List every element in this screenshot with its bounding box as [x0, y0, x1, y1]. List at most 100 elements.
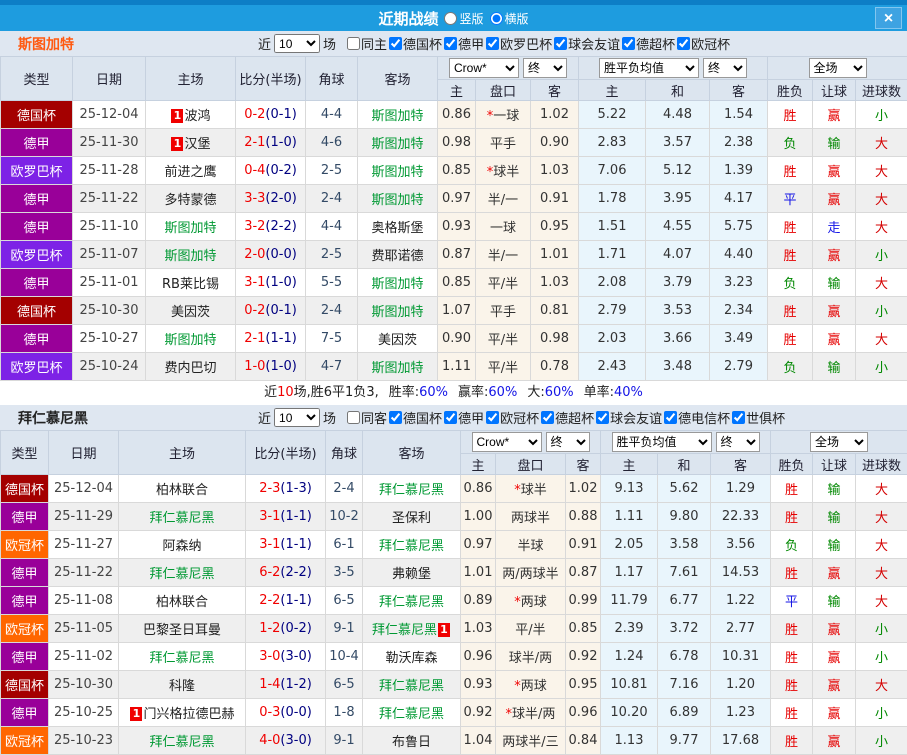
- team-label: 拜仁慕尼黑: [149, 735, 214, 750]
- odds-controls-cell: Crow*终: [438, 57, 579, 80]
- team-name: 拜仁慕尼黑: [0, 408, 255, 428]
- league-checkbox[interactable]: [732, 411, 745, 424]
- horizontal-radio[interactable]: [490, 12, 503, 25]
- result-cell: 胜: [771, 615, 813, 643]
- home-team-cell: 前进之鹰: [146, 157, 236, 185]
- league-checkbox[interactable]: [486, 37, 499, 50]
- summary-count: 10: [277, 385, 294, 400]
- league-type-badge: 德国杯: [1, 671, 49, 699]
- league-checkbox[interactable]: [664, 411, 677, 424]
- home-odds-cell: 0.96: [461, 643, 496, 671]
- home-team-cell: 斯图加特: [146, 241, 236, 269]
- col-header-avg-away: 客: [711, 454, 771, 475]
- league-type-badge: 德甲: [1, 129, 73, 157]
- corner-cell: 10-2: [326, 503, 363, 531]
- summary-stat: 赢率:60%: [458, 385, 517, 400]
- home-team-cell: 拜仁慕尼黑: [119, 503, 246, 531]
- league-filter[interactable]: 德超杯: [622, 34, 675, 53]
- result-cell: 胜: [768, 241, 813, 269]
- home-team-cell: 科隆: [119, 671, 246, 699]
- league-filter[interactable]: 德甲: [444, 34, 484, 53]
- fulltime-score: 3-1: [244, 275, 265, 290]
- match-row: 欧罗巴杯25-11-07斯图加特2-0(0-0)2-5费耶诺德0.87半/一1.…: [1, 241, 907, 269]
- league-filter[interactable]: 球会友谊: [596, 408, 662, 427]
- vertical-radio[interactable]: [444, 12, 457, 25]
- fullmatch-controls-cell: 全场: [768, 57, 907, 80]
- fulltime-score: 0-2: [244, 107, 265, 122]
- league-filter[interactable]: 欧冠杯: [677, 34, 730, 53]
- corner-cell: 4-7: [306, 353, 358, 381]
- league-checkbox[interactable]: [444, 37, 457, 50]
- fullmatch-select[interactable]: 全场: [809, 58, 867, 78]
- live-star: *: [506, 707, 513, 722]
- league-checkbox[interactable]: [444, 411, 457, 424]
- league-checkbox[interactable]: [389, 37, 402, 50]
- team-label: 波鸿: [184, 109, 210, 124]
- avg-source-select[interactable]: 胜平负均值: [599, 58, 699, 78]
- match-row: 欧冠杯25-11-05巴黎圣日耳曼1-2(0-2)9-1拜仁慕尼黑11.03平/…: [1, 615, 907, 643]
- odds-final-select[interactable]: 终: [546, 432, 590, 452]
- handicap-cell: 球半/两: [496, 643, 566, 671]
- avg-source-select[interactable]: 胜平负均值: [612, 432, 712, 452]
- handicap-result-cell: 赢: [813, 643, 856, 671]
- league-checkbox[interactable]: [622, 37, 635, 50]
- team-label: 门兴格拉德巴赫: [143, 707, 234, 722]
- league-filter[interactable]: 欧罗巴杯: [486, 34, 552, 53]
- scope-checkbox[interactable]: [347, 411, 360, 424]
- league-filter[interactable]: 球会友谊: [554, 34, 620, 53]
- handicap-cell: 平/半: [476, 269, 531, 297]
- team-label: 阿森纳: [162, 539, 201, 554]
- away-team-cell: 奥格斯堡: [358, 213, 438, 241]
- league-checkbox[interactable]: [486, 411, 499, 424]
- home-odds-cell: 0.97: [461, 531, 496, 559]
- handicap-result-cell: 赢: [813, 185, 856, 213]
- goals-cell: 大: [856, 213, 907, 241]
- stat-value: 60%: [419, 385, 448, 400]
- league-checkbox[interactable]: [677, 37, 690, 50]
- league-filter[interactable]: 德国杯: [389, 34, 442, 53]
- avg-final-select[interactable]: 终: [716, 432, 760, 452]
- halftime-score: (1-1): [280, 509, 311, 524]
- league-filter[interactable]: 德甲: [444, 408, 484, 427]
- league-filter[interactable]: 德电信杯: [664, 408, 730, 427]
- close-button[interactable]: ×: [875, 7, 902, 29]
- odds-source-select[interactable]: Crow*: [449, 58, 519, 78]
- avg-draw-cell: 5.62: [658, 475, 711, 503]
- odds-final-select[interactable]: 终: [523, 58, 567, 78]
- league-filter[interactable]: 德超杯: [541, 408, 594, 427]
- scope-checkbox[interactable]: [347, 37, 360, 50]
- score-cell: 3-1(1-1): [246, 531, 326, 559]
- league-checkbox[interactable]: [541, 411, 554, 424]
- league-type-badge: 欧冠杯: [1, 615, 49, 643]
- league-type-badge: 德国杯: [1, 475, 49, 503]
- league-checkbox[interactable]: [389, 411, 402, 424]
- league-filter[interactable]: 世俱杯: [732, 408, 785, 427]
- league-checkbox[interactable]: [596, 411, 609, 424]
- league-type-badge: 德国杯: [1, 297, 73, 325]
- league-filter[interactable]: 德国杯: [389, 408, 442, 427]
- layout-option-horizontal[interactable]: 横版: [490, 10, 529, 27]
- league-filter[interactable]: 欧冠杯: [486, 408, 539, 427]
- games-count-select[interactable]: 10: [274, 408, 320, 427]
- games-count-select[interactable]: 10: [274, 34, 320, 53]
- team-label: 斯图加特: [371, 137, 423, 152]
- avg-home-cell: 1.24: [601, 643, 658, 671]
- avg-away-cell: 4.17: [710, 185, 768, 213]
- avg-final-select[interactable]: 终: [703, 58, 747, 78]
- home-team-cell: RB莱比锡: [146, 269, 236, 297]
- fullmatch-select[interactable]: 全场: [810, 432, 868, 452]
- away-team-cell: 斯图加特: [358, 157, 438, 185]
- odds-source-select[interactable]: Crow*: [472, 432, 542, 452]
- scope-filter[interactable]: 同主: [347, 34, 387, 53]
- avg-draw-cell: 9.77: [658, 727, 711, 755]
- match-row: 德甲25-11-22拜仁慕尼黑6-2(2-2)3-5弗赖堡1.01两/两球半0.…: [1, 559, 907, 587]
- layout-option-vertical[interactable]: 竖版: [444, 10, 483, 27]
- corner-cell: 6-5: [326, 587, 363, 615]
- league-checkbox[interactable]: [554, 37, 567, 50]
- goals-cell: 大: [856, 531, 907, 559]
- match-row: 德国杯25-10-30科隆1-4(1-2)6-5拜仁慕尼黑0.93*两球0.95…: [1, 671, 907, 699]
- handicap-cell: 平手: [476, 297, 531, 325]
- filters: 近 10 场 同客 德国杯德甲欧冠杯德超杯球会友谊德电信杯世俱杯: [255, 408, 785, 427]
- scope-filter[interactable]: 同客: [347, 408, 387, 427]
- home-odds-cell: 1.00: [461, 503, 496, 531]
